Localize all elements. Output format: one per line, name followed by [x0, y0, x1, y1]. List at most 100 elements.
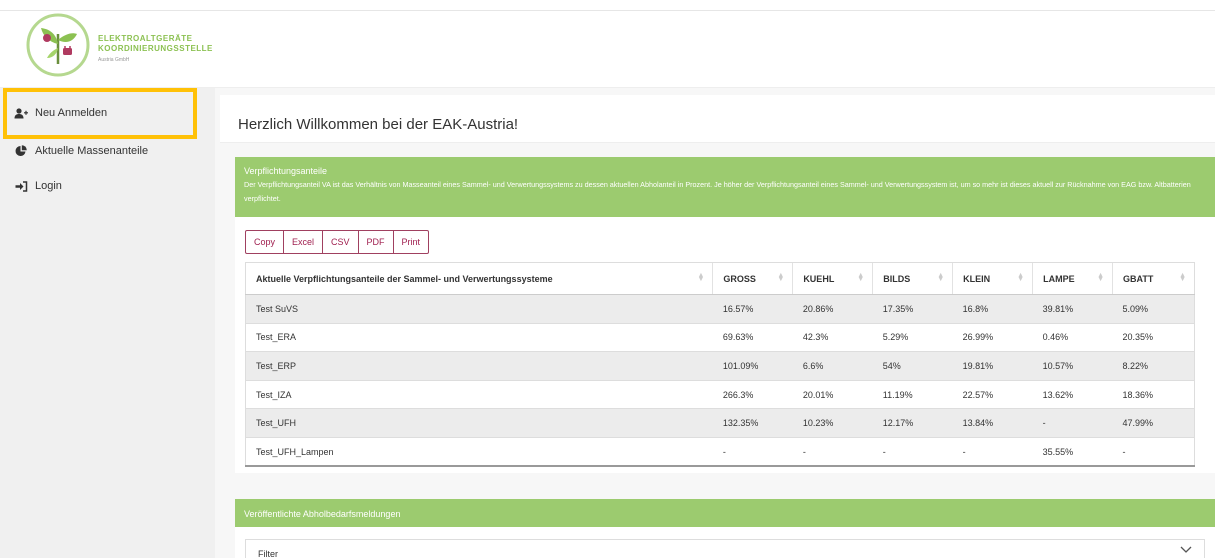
- column-header-label: LAMPE: [1043, 273, 1075, 284]
- table-cell: Test_ERP: [244, 351, 713, 381]
- table-cell: 10.23%: [792, 408, 873, 438]
- table-row: Test_UFH_Lampen - - - - 35.55% -: [244, 437, 1195, 468]
- column-header-bilds[interactable]: BILDS ▲ ▼: [872, 262, 953, 295]
- sign-in-icon: [14, 180, 28, 192]
- sort-icon: ▲ ▼: [1179, 272, 1186, 283]
- abholbedarf-card: Veröffentlichte Abholbedarfsmeldungen Fi…: [235, 499, 1215, 558]
- table-cell: 69.63%: [712, 323, 793, 353]
- table-cell: -: [872, 437, 953, 468]
- main-content: Herzlich Willkommen bei der EAK-Austria!…: [215, 88, 1215, 558]
- table-cell: 132.35%: [712, 408, 793, 438]
- card-header: Verpflichtungsanteile Der Verpflichtungs…: [235, 157, 1215, 217]
- table-cell: Test_ERA: [244, 323, 713, 353]
- table-cell: -: [792, 437, 873, 468]
- table-cell: 266.3%: [712, 380, 793, 410]
- sort-icon: ▲ ▼: [937, 272, 945, 283]
- highlight-box: [3, 88, 197, 139]
- column-header-lampe[interactable]: LAMPE ▲ ▼: [1032, 262, 1113, 295]
- print-button[interactable]: Print: [392, 230, 430, 254]
- table-cell: 47.99%: [1112, 408, 1195, 438]
- column-header-label: GROSS: [723, 273, 756, 284]
- card-description: Der Verpflichtungsanteil VA ist das Verh…: [244, 180, 1191, 203]
- table-cell: 35.55%: [1032, 437, 1113, 468]
- plant-plug-logo[interactable]: [25, 12, 91, 78]
- column-header-label: KUEHL: [803, 273, 835, 284]
- chevron-down-icon: [1180, 546, 1192, 553]
- table-cell: Test SuVS: [244, 294, 713, 324]
- table-cell: Test_IZA: [244, 380, 713, 410]
- table-cell: 20.86%: [792, 294, 873, 324]
- table-cell: 54%: [872, 351, 953, 381]
- table-cell: 5.09%: [1112, 294, 1195, 324]
- column-header-gross[interactable]: GROSS ▲ ▼: [712, 262, 793, 295]
- heading-bar: Herzlich Willkommen bei der EAK-Austria!: [220, 95, 1215, 143]
- column-header-gbatt[interactable]: GBATT ▲ ▼: [1112, 262, 1195, 295]
- header-divider: [0, 10, 1215, 11]
- sidebar-item-massenanteile[interactable]: Aktuelle Massenanteile: [14, 145, 148, 157]
- card-title: Verpflichtungsanteile: [244, 166, 328, 176]
- table-cell: 0.46%: [1032, 323, 1113, 353]
- table-cell: 17.35%: [872, 294, 953, 324]
- table-cell: -: [952, 437, 1033, 468]
- table-cell: 10.57%: [1032, 351, 1113, 381]
- table-cell: Test_UFH: [244, 408, 713, 438]
- table-cell: -: [1112, 437, 1195, 468]
- brand-line-3: Austria GmbH: [98, 57, 130, 63]
- table-cell: 13.62%: [1032, 380, 1113, 410]
- export-button-group: Copy Excel CSV PDF Print: [245, 230, 430, 254]
- column-header-kuehl[interactable]: KUEHL ▲ ▼: [792, 262, 873, 295]
- sort-icon: ▲ ▼: [857, 272, 865, 283]
- column-header-label: GBATT: [1123, 273, 1154, 284]
- brand-line-2: KOORDINIERUNGSSTELLE: [98, 44, 213, 53]
- sidebar-item-login[interactable]: Login: [14, 180, 62, 192]
- sort-icon: ▲ ▼: [697, 272, 705, 283]
- sidebar-item-label: Login: [35, 180, 62, 192]
- sidebar-item-label: Aktuelle Massenanteile: [35, 145, 149, 157]
- table-cell: 11.19%: [872, 380, 953, 410]
- table-cell: 12.17%: [872, 408, 953, 438]
- copy-button[interactable]: Copy: [245, 230, 285, 254]
- table-cell: Test_UFH_Lampen: [244, 437, 713, 468]
- table-header-row: Aktuelle Verpflichtungsanteile der Samme…: [244, 262, 1195, 295]
- sort-icon: ▲ ▼: [1097, 272, 1104, 283]
- table-cell: 22.57%: [952, 380, 1033, 410]
- sort-icon: ▲ ▼: [777, 272, 785, 283]
- table-cell: 101.09%: [712, 351, 793, 381]
- table-cell: 42.3%: [792, 323, 873, 353]
- column-header-label: Aktuelle Verpflichtungsanteile der Samme…: [256, 273, 553, 284]
- table-cell: 5.29%: [872, 323, 953, 353]
- pdf-button[interactable]: PDF: [357, 230, 394, 254]
- filter-toggle[interactable]: Filter: [245, 539, 1205, 558]
- table-row: Test_UFH 132.35% 10.23% 12.17% 13.84% - …: [244, 408, 1195, 438]
- table-cell: 6.6%: [792, 351, 873, 381]
- top-header: ELEKTROALTGERÄTE KOORDINIERUNGSSTELLE Au…: [0, 0, 1215, 88]
- table-cell: 16.8%: [952, 294, 1033, 324]
- table-cell: 13.84%: [952, 408, 1033, 438]
- pie-chart-icon: [14, 145, 28, 157]
- csv-button[interactable]: CSV: [322, 230, 359, 254]
- verpflichtungsanteile-card: Verpflichtungsanteile Der Verpflichtungs…: [235, 157, 1215, 473]
- brand-text: ELEKTROALTGERÄTE KOORDINIERUNGSSTELLE Au…: [98, 34, 213, 65]
- table-cell: 20.35%: [1112, 323, 1195, 353]
- brand-line-1: ELEKTROALTGERÄTE: [98, 34, 193, 43]
- excel-button[interactable]: Excel: [283, 230, 324, 254]
- verpflichtungsanteile-table: Aktuelle Verpflichtungsanteile der Samme…: [244, 262, 1195, 468]
- table-cell: -: [712, 437, 793, 468]
- table-cell: 18.36%: [1112, 380, 1195, 410]
- column-header-system[interactable]: Aktuelle Verpflichtungsanteile der Samme…: [244, 262, 713, 295]
- table-row: Test_ERP 101.09% 6.6% 54% 19.81% 10.57% …: [244, 351, 1195, 381]
- sort-icon: ▲ ▼: [1017, 272, 1025, 283]
- column-header-klein[interactable]: KLEIN ▲ ▼: [952, 262, 1033, 295]
- table-cell: 19.81%: [952, 351, 1033, 381]
- table-cell: 16.57%: [712, 294, 793, 324]
- table-cell: 39.81%: [1032, 294, 1113, 324]
- card-header: Veröffentlichte Abholbedarfsmeldungen: [235, 499, 1215, 527]
- table-row: Test_IZA 266.3% 20.01% 11.19% 22.57% 13.…: [244, 380, 1195, 410]
- table-cell: -: [1032, 408, 1113, 438]
- page-title: Herzlich Willkommen bei der EAK-Austria!: [238, 116, 519, 133]
- table-cell: 8.22%: [1112, 351, 1195, 381]
- column-header-label: BILDS: [883, 273, 911, 284]
- table-cell: 26.99%: [952, 323, 1033, 353]
- table-row: Test SuVS 16.57% 20.86% 17.35% 16.8% 39.…: [244, 294, 1195, 324]
- table-cell: 20.01%: [792, 380, 873, 410]
